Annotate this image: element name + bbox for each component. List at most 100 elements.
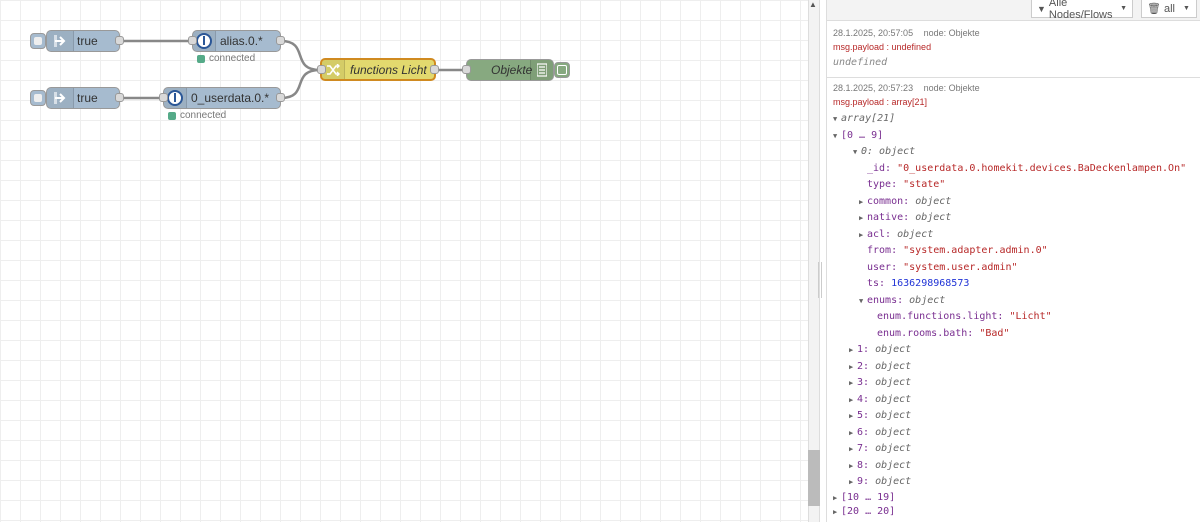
field-key: _id: bbox=[867, 162, 892, 174]
tree-field-row[interactable]: ▶ native: object bbox=[833, 210, 1194, 227]
tree-group-row[interactable]: ▶ [10 … 19] bbox=[833, 491, 1194, 505]
filter-icon: ▼ bbox=[1037, 3, 1046, 14]
clear-label: all bbox=[1163, 2, 1175, 15]
output-port[interactable] bbox=[276, 36, 285, 45]
caret-right-icon: ▶ bbox=[859, 230, 864, 239]
flow-workspace[interactable]: true true alias.0.* connected 0_userdata… bbox=[0, 0, 808, 522]
debug-toggle-button[interactable] bbox=[554, 62, 570, 78]
debug-sidebar: ▼ Alle Nodes/Flows ▼ 🗑 all ▼ 28.1.2025, … bbox=[826, 0, 1200, 522]
caret-right-icon: ▶ bbox=[849, 461, 854, 470]
debug-toolbar: ▼ Alle Nodes/Flows ▼ 🗑 all ▼ bbox=[827, 0, 1200, 21]
caret-right-icon: ▶ bbox=[849, 395, 854, 404]
tree-field-row: user: "system.user.admin" bbox=[833, 260, 1194, 277]
tree-group-row[interactable]: ▼ [0 … 9] bbox=[833, 128, 1194, 145]
field-value: object bbox=[909, 294, 946, 306]
tree-item-row[interactable]: ▶ 3: object bbox=[833, 375, 1194, 392]
field-key: acl: bbox=[867, 228, 892, 240]
field-value: "Licht" bbox=[1009, 311, 1052, 322]
iobroker-in-node-userdata[interactable]: 0_userdata.0.* bbox=[159, 87, 285, 109]
list-icon bbox=[530, 60, 553, 80]
tree-item-row[interactable]: ▶ 2: object bbox=[833, 359, 1194, 376]
caret-right-icon: ▶ bbox=[849, 346, 854, 354]
functions-licht-node[interactable]: functions Licht bbox=[317, 58, 439, 81]
caret-down-icon: ▼ bbox=[833, 131, 838, 140]
output-port[interactable] bbox=[430, 64, 439, 74]
tree-field-row[interactable]: ▼ enums: object bbox=[833, 293, 1194, 310]
tree-item-row[interactable]: ▶ 6: object bbox=[833, 425, 1194, 442]
item-type: object bbox=[875, 443, 912, 454]
input-port[interactable] bbox=[462, 65, 471, 74]
message-meta: 28.1.2025, 20:57:05 node: Objekte bbox=[833, 27, 1194, 40]
filter-dropdown[interactable]: ▼ Alle Nodes/Flows ▼ bbox=[1031, 0, 1133, 21]
item-type: object bbox=[875, 476, 912, 487]
input-port[interactable] bbox=[159, 93, 168, 102]
sidebar-resize-handle[interactable] bbox=[818, 262, 822, 298]
tree-field-row: enum.rooms.bath: "Bad" bbox=[833, 326, 1194, 343]
inject-node-2[interactable]: true bbox=[46, 87, 124, 109]
field-key: enum.functions.light: bbox=[877, 311, 1004, 322]
field-value: "0_userdata.0.homekit.devices.BaDeckenla… bbox=[897, 162, 1187, 174]
inject-button-1[interactable] bbox=[30, 33, 46, 49]
tree-item-row[interactable]: ▶ 1: object bbox=[833, 342, 1194, 359]
scrollbar-thumb[interactable] bbox=[808, 450, 820, 506]
ioin-label: alias.0.* bbox=[220, 34, 263, 48]
inject-button-2[interactable] bbox=[30, 90, 46, 106]
inject-label: true bbox=[77, 91, 98, 105]
output-port[interactable] bbox=[276, 93, 285, 102]
tree-group-label: [0 … 9] bbox=[841, 129, 884, 141]
tree-field-row: enum.functions.light: "Licht" bbox=[833, 309, 1194, 326]
item-type: object bbox=[875, 459, 912, 471]
item-type: object bbox=[875, 344, 912, 355]
tree-item-row[interactable]: ▶ 5: object bbox=[833, 408, 1194, 425]
tree-item-row[interactable]: ▶ 8: object bbox=[833, 458, 1194, 475]
tree-group-label: [10 … 19] bbox=[841, 491, 896, 503]
tree-root-row[interactable]: ▼ array[21] bbox=[833, 111, 1194, 128]
tree-item-row[interactable]: ▼ 0: object bbox=[833, 144, 1194, 161]
tree-field-row[interactable]: ▶ common: object bbox=[833, 194, 1194, 211]
output-port[interactable] bbox=[115, 93, 124, 102]
status-dot bbox=[197, 54, 205, 63]
message-meta: 28.1.2025, 20:57:23 node: Objekte bbox=[833, 82, 1194, 95]
tree-item-row[interactable]: ▶ 4: object bbox=[833, 392, 1194, 409]
chevron-down-icon: ▼ bbox=[1120, 5, 1127, 12]
field-key: type: bbox=[867, 179, 898, 190]
caret-right-icon: ▶ bbox=[849, 379, 854, 387]
canvas-scrollbar[interactable] bbox=[808, 0, 820, 522]
tree-item-row[interactable]: ▶ 9: object bbox=[833, 474, 1194, 491]
field-key: common: bbox=[867, 195, 910, 207]
item-key: 6: bbox=[857, 426, 870, 438]
debug-node-objekte[interactable]: Objekte bbox=[462, 59, 554, 81]
clear-dropdown[interactable]: 🗑 all ▼ bbox=[1141, 0, 1197, 18]
tree-group-row[interactable]: ▶ [20 … 20] bbox=[833, 505, 1194, 519]
tree-root-type: array[21] bbox=[841, 113, 896, 124]
status-text: connected bbox=[180, 110, 227, 121]
inject-label: true bbox=[77, 34, 98, 48]
iobroker-in-node-alias[interactable]: alias.0.* bbox=[188, 30, 285, 52]
caret-down-icon: ▼ bbox=[859, 296, 864, 305]
caret-right-icon: ▶ bbox=[859, 197, 864, 206]
arrow-in-icon bbox=[47, 31, 74, 51]
switch-label: functions Licht bbox=[350, 63, 427, 77]
inject-node-1[interactable]: true bbox=[46, 30, 124, 52]
chevron-down-icon: ▼ bbox=[1182, 5, 1190, 12]
tree-item-label: 0: object bbox=[861, 146, 916, 157]
wire-ioin2-switch bbox=[280, 68, 321, 100]
caret-right-icon: ▶ bbox=[849, 478, 854, 486]
scroll-up-icon[interactable]: ▲ bbox=[808, 0, 818, 10]
field-value: "Bad" bbox=[979, 327, 1010, 339]
message-value: undefined bbox=[833, 57, 888, 68]
field-key: enum.rooms.bath: bbox=[877, 327, 974, 339]
ioin-label: 0_userdata.0.* bbox=[191, 91, 270, 105]
field-value: object bbox=[897, 228, 934, 240]
debug-label: Objekte bbox=[491, 63, 533, 77]
message-timestamp: 28.1.2025, 20:57:23 bbox=[833, 83, 914, 93]
message-node-link[interactable]: node: Objekte bbox=[924, 83, 980, 93]
message-topic: msg.payload : array[21] bbox=[833, 97, 928, 107]
field-key: enums: bbox=[867, 294, 904, 306]
input-port[interactable] bbox=[188, 36, 197, 45]
tree-item-row[interactable]: ▶ 7: object bbox=[833, 441, 1194, 458]
tree-field-row[interactable]: ▶ acl: object bbox=[833, 227, 1194, 244]
message-node-link[interactable]: node: Objekte bbox=[924, 28, 980, 38]
input-port[interactable] bbox=[317, 64, 326, 74]
output-port[interactable] bbox=[115, 36, 124, 45]
